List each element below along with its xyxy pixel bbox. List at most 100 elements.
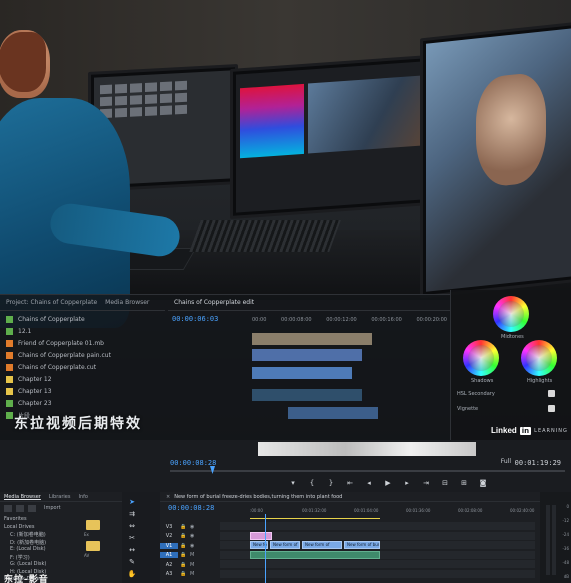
folder-icon[interactable] [86,520,100,530]
overlay-video-clip[interactable] [252,333,372,345]
eye-icon[interactable]: ◉ [190,543,198,549]
import-checkbox-label[interactable]: Import [44,505,61,511]
timeline-timecode[interactable]: 00:00:08:28 [168,504,214,512]
v1-clip[interactable]: New form of [302,541,342,549]
eye-icon[interactable]: ◉ [190,524,198,530]
overlay-audio-clip[interactable] [288,407,378,419]
overlay-media-browser-tab[interactable]: Media Browser [105,299,149,306]
mark-in-icon[interactable]: { [307,478,317,488]
program-scrub-bar[interactable] [170,470,565,472]
midtones-wheel[interactable] [493,296,529,332]
drive-tree-item[interactable]: Favorites [4,516,78,524]
step-forward-icon[interactable]: ▸ [402,478,412,488]
selection-tool-icon[interactable]: ➤ [128,498,136,506]
mark-out-icon[interactable]: } [326,478,336,488]
close-icon[interactable]: × [166,494,170,500]
track-label[interactable]: A1 [160,552,178,558]
lock-icon[interactable]: 🔒 [180,571,188,577]
overwrite-icon[interactable]: ⊞ [459,478,469,488]
track-lane[interactable] [220,569,535,578]
v1-clip[interactable]: New form of [270,541,300,549]
drive-tree-item[interactable]: F: (学习) [4,554,78,562]
overlay-bin-item[interactable]: Chains of Copperplate [0,313,165,325]
tab-info[interactable]: Info [78,494,87,500]
lock-icon[interactable]: 🔒 [180,524,188,530]
go-to-in-icon[interactable]: ⇤ [345,478,355,488]
overlay-bin-item[interactable]: Chains of Copperplate pain.cut [0,349,165,361]
program-current-timecode[interactable]: 00:00:08:28 [170,459,216,467]
timeline-ruler[interactable]: :00:00 00:01:32:00 00:01:04:00 00:01:36:00 0… [250,508,535,516]
hsl-secondary-checkbox[interactable] [548,390,555,397]
track-header-a1[interactable]: A1 🔒 M [160,551,198,560]
pen-tool-icon[interactable]: ✎ [128,558,136,566]
track-header-v2[interactable]: V2 🔒 ◉ [160,532,198,541]
lock-icon[interactable]: 🔒 [180,562,188,568]
highlights-wheel[interactable] [521,340,557,376]
track-header-v1[interactable]: V1 🔒 ◉ [160,541,198,550]
work-area-bar[interactable] [250,518,380,519]
eye-icon[interactable]: ◉ [190,533,198,539]
drive-tree-item[interactable]: E: (Local Disk) [4,546,78,554]
lock-icon[interactable]: 🔒 [180,552,188,558]
track-lane[interactable] [220,522,535,530]
forward-icon[interactable] [16,504,24,512]
tab-libraries[interactable]: Libraries [49,494,71,500]
track-lane[interactable] [220,560,535,568]
overlay-bin-item[interactable]: Chains of Copperplate.cut [0,361,165,373]
slip-tool-icon[interactable]: ↔ [128,546,136,554]
mute-icon[interactable]: M [190,571,198,577]
program-resolution-select[interactable]: Full [501,458,511,465]
track-label[interactable]: V2 [160,533,178,539]
timeline-playhead[interactable] [265,514,266,583]
step-back-icon[interactable]: ◂ [364,478,374,488]
mute-icon[interactable]: M [190,562,198,568]
track-header-a2[interactable]: A2 🔒 M [160,560,198,569]
overlay-time-ruler[interactable]: 00:00 00:00:08:00 00:00:12:00 00:00:16:00 00… [252,317,447,325]
go-to-out-icon[interactable]: ⇥ [421,478,431,488]
vignette-checkbox[interactable] [548,405,555,412]
overlay-project-tab[interactable]: Project: Chains of Copperplate [6,299,97,306]
track-label[interactable]: V3 [160,524,178,530]
lock-icon[interactable]: 🔒 [180,543,188,549]
track-label[interactable]: A2 [160,562,178,568]
drive-tree-item[interactable]: Local Drives [4,524,78,532]
overlay-video-clip[interactable] [252,349,362,361]
overlay-bin-item[interactable]: Chapter 13 [0,385,165,397]
drive-tree-item[interactable]: D: (新加卷电脑) [4,539,78,547]
track-select-icon[interactable]: ⇉ [128,510,136,518]
overlay-audio-clip[interactable] [252,389,362,401]
folder-icon[interactable] [86,541,100,551]
add-marker-icon[interactable]: ▾ [288,478,298,488]
overlay-bin-item[interactable]: Chapter 23 [0,397,165,409]
overlay-bin-item[interactable]: Chapter 12 [0,373,165,385]
overlay-bin-item[interactable]: Friend of Copperplate 01.mb [0,337,165,349]
track-header-a3[interactable]: A3 🔒 M [160,570,198,579]
v2-clip[interactable] [250,531,272,540]
drive-tree-item[interactable]: G: (Local Disk) [4,561,78,569]
tab-media-browser[interactable]: Media Browser [4,494,41,500]
overlay-bin-item[interactable]: 12.1 [0,325,165,337]
back-icon[interactable] [4,504,12,512]
timeline-tab[interactable]: × New form of burial freeze-dries bodies… [160,492,540,502]
file-label: AV [84,553,90,558]
track-label[interactable]: V1 [160,542,178,549]
overlay-timeline-title[interactable]: Chains of Copperplate edit [174,299,254,306]
track-header-v3[interactable]: V3 🔒 ◉ [160,522,198,531]
a1-audio-clip[interactable] [250,550,380,559]
shadows-wheel[interactable] [463,340,499,376]
drive-tree-item[interactable]: C: (新加卷电脑) [4,531,78,539]
overlay-video-clip[interactable] [252,367,352,379]
v1-clip[interactable]: New form of burial [344,541,380,549]
export-frame-icon[interactable]: ◙ [478,478,488,488]
insert-icon[interactable]: ⊟ [440,478,450,488]
track-label[interactable]: A3 [160,571,178,577]
play-icon[interactable]: ▶ [383,478,393,488]
mute-icon[interactable]: M [190,552,198,558]
hand-tool-icon[interactable]: ✋ [128,570,137,578]
lock-icon[interactable]: 🔒 [180,533,188,539]
filter-icon[interactable] [28,504,36,512]
label-color-swatch [6,351,13,359]
razor-tool-icon[interactable]: ✂ [128,534,136,542]
ripple-edit-icon[interactable]: ⇔ [128,522,136,530]
overlay-timecode[interactable]: 00:00:06:03 [172,315,218,323]
